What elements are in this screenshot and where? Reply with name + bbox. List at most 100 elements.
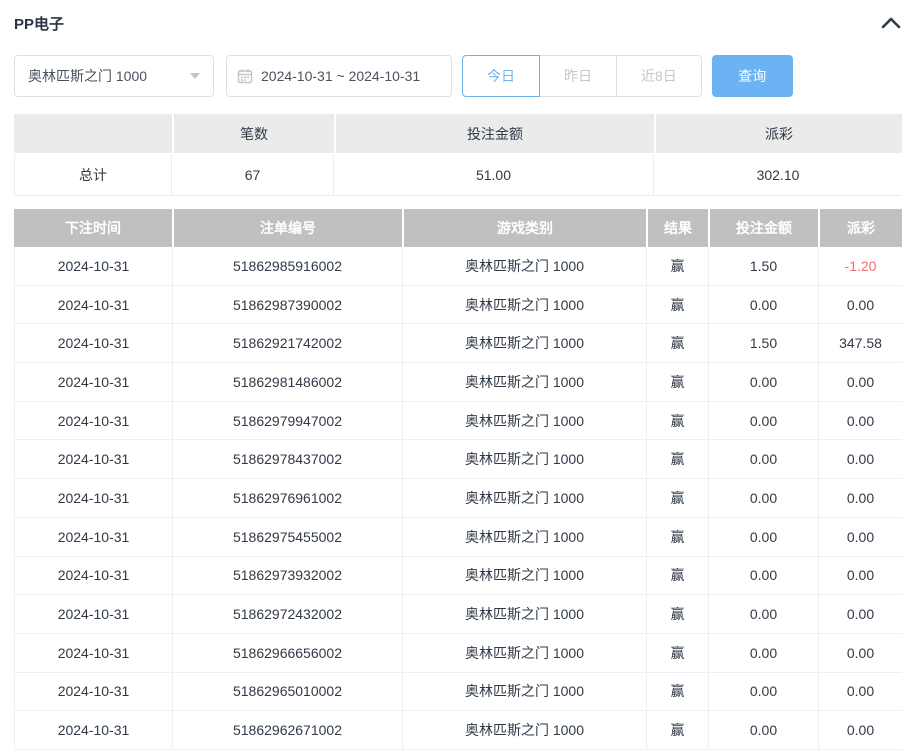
table-row: 2024-10-3151862979947002奥林匹斯之门 1000赢0.00… — [14, 402, 902, 441]
bet-id-cell: 51862962671002 — [173, 711, 403, 749]
payout-cell: 0.00 — [819, 595, 902, 633]
filter-controls: 奥林匹斯之门 1000 2024-10-31 ~ 2024-10-31 — [14, 55, 902, 97]
result-cell: 赢 — [647, 673, 709, 711]
result-cell: 赢 — [647, 247, 709, 285]
bet-amount-cell: 0.00 — [709, 634, 819, 672]
records-header-row: 下注时间注单编号游戏类别结果投注金额派彩 — [14, 209, 902, 247]
bet-id-cell: 51862979947002 — [173, 402, 403, 440]
bet-time-cell: 2024-10-31 — [14, 440, 173, 478]
table-row: 2024-10-3151862985916002奥林匹斯之门 1000赢1.50… — [14, 247, 902, 286]
result-cell: 赢 — [647, 402, 709, 440]
result-cell: 赢 — [647, 440, 709, 478]
calendar-icon — [237, 68, 253, 84]
bet-amount-cell: 0.00 — [709, 402, 819, 440]
payout-cell: 0.00 — [819, 402, 902, 440]
summary-total-count: 67 — [172, 155, 334, 195]
bet-amount-cell: 0.00 — [709, 363, 819, 401]
game-type-cell: 奥林匹斯之门 1000 — [403, 247, 647, 285]
game-type-cell: 奥林匹斯之门 1000 — [403, 634, 647, 672]
records-column-header: 注单编号 — [174, 209, 402, 247]
bet-id-cell: 51862987390002 — [173, 286, 403, 324]
bet-time-cell: 2024-10-31 — [14, 711, 173, 749]
game-type-cell: 奥林匹斯之门 1000 — [403, 440, 647, 478]
bet-id-cell: 51862921742002 — [173, 324, 403, 362]
summary-header-count: 笔数 — [174, 114, 334, 153]
records-column-header: 派彩 — [820, 209, 902, 247]
bet-time-cell: 2024-10-31 — [14, 595, 173, 633]
bet-amount-cell: 0.00 — [709, 595, 819, 633]
collapse-panel-button[interactable] — [880, 14, 902, 32]
bet-id-cell: 51862985916002 — [173, 247, 403, 285]
records-column-header: 结果 — [648, 209, 708, 247]
quick-range-today-button[interactable]: 今日 — [462, 55, 540, 97]
table-row: 2024-10-3151862975455002奥林匹斯之门 1000赢0.00… — [14, 518, 902, 557]
quick-range-yesterday-button[interactable]: 昨日 — [539, 55, 617, 97]
bet-time-cell: 2024-10-31 — [14, 479, 173, 517]
game-type-cell: 奥林匹斯之门 1000 — [403, 286, 647, 324]
table-row: 2024-10-3151862972432002奥林匹斯之门 1000赢0.00… — [14, 595, 902, 634]
records-column-header: 下注时间 — [14, 209, 172, 247]
table-row: 2024-10-3151862965010002奥林匹斯之门 1000赢0.00… — [14, 673, 902, 712]
payout-cell: 0.00 — [819, 557, 902, 595]
game-type-cell: 奥林匹斯之门 1000 — [403, 479, 647, 517]
payout-cell: 0.00 — [819, 711, 902, 749]
bet-id-cell: 51862981486002 — [173, 363, 403, 401]
quick-range-button-group: 今日 昨日 近8日 — [462, 55, 702, 97]
date-range-input[interactable]: 2024-10-31 ~ 2024-10-31 — [226, 55, 452, 97]
records-body: 2024-10-3151862985916002奥林匹斯之门 1000赢1.50… — [14, 247, 902, 750]
game-type-cell: 奥林匹斯之门 1000 — [403, 595, 647, 633]
table-row: 2024-10-3151862978437002奥林匹斯之门 1000赢0.00… — [14, 440, 902, 479]
bet-amount-cell: 0.00 — [709, 479, 819, 517]
summary-header-row: 笔数 投注金额 派彩 — [14, 114, 902, 153]
game-type-cell: 奥林匹斯之门 1000 — [403, 324, 647, 362]
result-cell: 赢 — [647, 595, 709, 633]
bet-amount-cell: 0.00 — [709, 557, 819, 595]
quick-range-last8days-button[interactable]: 近8日 — [616, 55, 702, 97]
bet-time-cell: 2024-10-31 — [14, 673, 173, 711]
bet-id-cell: 51862973932002 — [173, 557, 403, 595]
result-cell: 赢 — [647, 711, 709, 749]
game-select-value: 奥林匹斯之门 1000 — [28, 66, 147, 86]
bet-id-cell: 51862975455002 — [173, 518, 403, 556]
bet-time-cell: 2024-10-31 — [14, 402, 173, 440]
game-type-cell: 奥林匹斯之门 1000 — [403, 363, 647, 401]
date-range-value: 2024-10-31 ~ 2024-10-31 — [261, 68, 420, 84]
table-row: 2024-10-3151862973932002奥林匹斯之门 1000赢0.00… — [14, 557, 902, 596]
summary-header-bet-amount: 投注金额 — [336, 114, 654, 153]
table-row: 2024-10-3151862966656002奥林匹斯之门 1000赢0.00… — [14, 634, 902, 673]
bet-amount-cell: 0.00 — [709, 286, 819, 324]
result-cell: 赢 — [647, 479, 709, 517]
table-row: 2024-10-3151862981486002奥林匹斯之门 1000赢0.00… — [14, 363, 902, 402]
payout-cell: 0.00 — [819, 634, 902, 672]
payout-cell: 0.00 — [819, 673, 902, 711]
game-type-cell: 奥林匹斯之门 1000 — [403, 673, 647, 711]
records-column-header: 游戏类别 — [404, 209, 646, 247]
game-type-cell: 奥林匹斯之门 1000 — [403, 711, 647, 749]
payout-cell: 0.00 — [819, 479, 902, 517]
result-cell: 赢 — [647, 363, 709, 401]
records-table: 下注时间注单编号游戏类别结果投注金额派彩 2024-10-31518629859… — [14, 209, 902, 750]
bet-amount-cell: 0.00 — [709, 711, 819, 749]
result-cell: 赢 — [647, 557, 709, 595]
game-select[interactable]: 奥林匹斯之门 1000 — [14, 55, 214, 97]
caret-down-icon — [190, 73, 200, 79]
result-cell: 赢 — [647, 286, 709, 324]
bet-amount-cell: 0.00 — [709, 440, 819, 478]
bet-time-cell: 2024-10-31 — [14, 557, 173, 595]
summary-total-bet-amount: 51.00 — [334, 155, 654, 195]
result-cell: 赢 — [647, 324, 709, 362]
bet-time-cell: 2024-10-31 — [14, 634, 173, 672]
table-row: 2024-10-3151862921742002奥林匹斯之门 1000赢1.50… — [14, 324, 902, 363]
table-row: 2024-10-3151862976961002奥林匹斯之门 1000赢0.00… — [14, 479, 902, 518]
summary-header-payout: 派彩 — [656, 114, 902, 153]
result-cell: 赢 — [647, 518, 709, 556]
bet-time-cell: 2024-10-31 — [14, 324, 173, 362]
chevron-up-icon — [881, 17, 901, 29]
summary-total-payout: 302.10 — [654, 155, 902, 195]
payout-cell: 0.00 — [819, 518, 902, 556]
summary-header-empty — [14, 114, 172, 153]
table-row: 2024-10-3151862962671002奥林匹斯之门 1000赢0.00… — [14, 711, 902, 750]
search-button[interactable]: 查询 — [712, 55, 793, 97]
game-type-cell: 奥林匹斯之门 1000 — [403, 557, 647, 595]
bet-amount-cell: 1.50 — [709, 247, 819, 285]
